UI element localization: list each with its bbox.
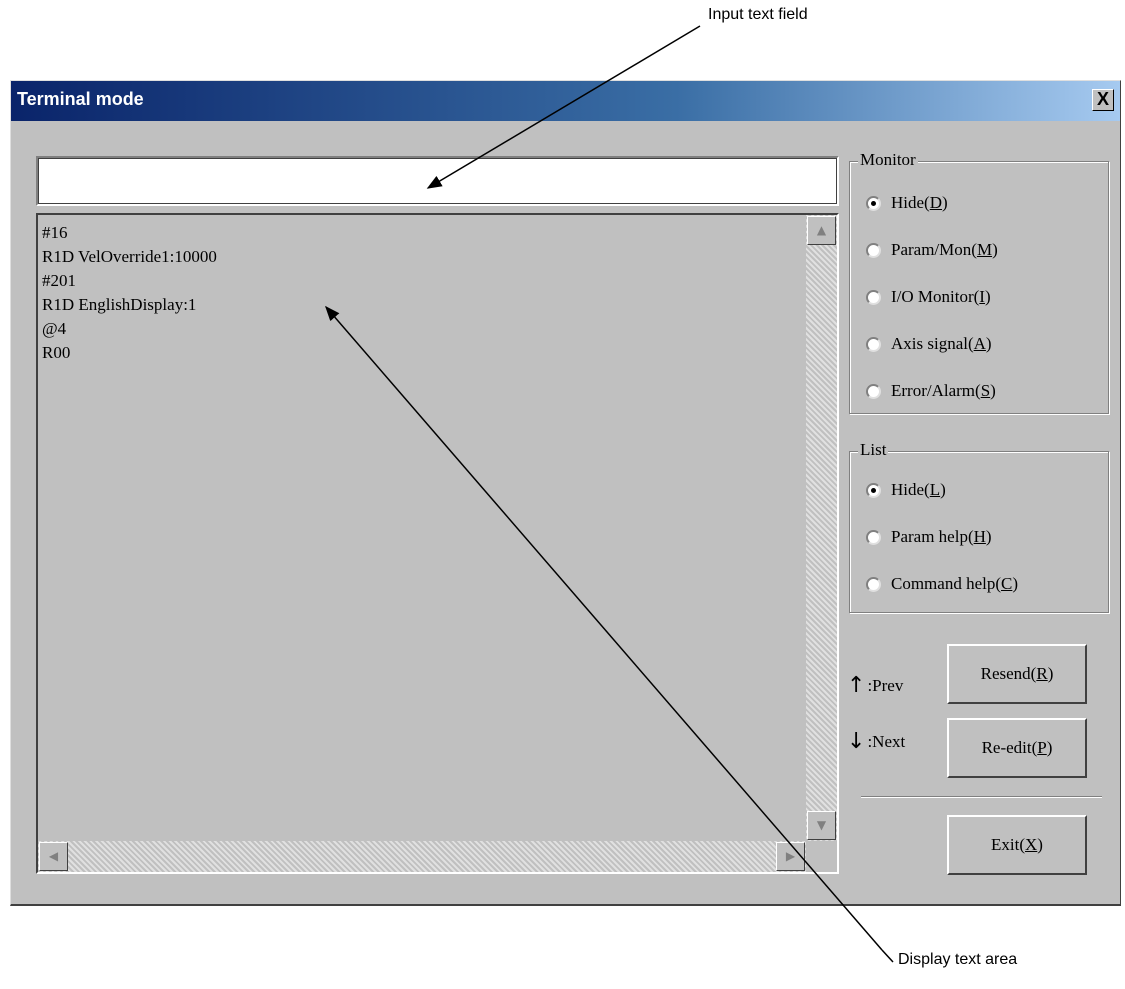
reedit-button[interactable]: Re-edit(P) xyxy=(947,718,1087,778)
display-line: R00 xyxy=(42,343,71,362)
terminal-mode-dialog: Terminal mode X #16 R1D VelOverride1:100… xyxy=(10,80,1121,906)
radio-label: Hide(D) xyxy=(891,193,948,212)
list-group-title: List xyxy=(858,440,889,460)
display-line: #201 xyxy=(42,271,76,290)
monitor-group-title: Monitor xyxy=(858,150,918,170)
list-group: List Hide(L) Param help(H) Command help(… xyxy=(849,440,1109,613)
prev-hint-label: :Prev xyxy=(867,675,904,695)
display-line: R1D VelOverride1:10000 xyxy=(42,247,217,266)
display-text-area[interactable]: #16 R1D VelOverride1:10000 #201 R1D Engl… xyxy=(36,213,839,874)
radio-label: Param/Mon(M) xyxy=(891,240,998,259)
radio-label: Axis signal(A) xyxy=(891,334,992,353)
prev-hint: ↑ :Prev xyxy=(847,673,903,698)
list-radio-command-help[interactable]: Command help(C) xyxy=(866,571,1018,597)
monitor-radio-error-alarm[interactable]: Error/Alarm(S) xyxy=(866,378,996,404)
monitor-radio-hide[interactable]: Hide(D) xyxy=(866,190,948,216)
vertical-scrollbar[interactable]: ▲ ▼ xyxy=(806,215,837,841)
display-area-arrow-tail xyxy=(881,949,894,963)
command-input[interactable] xyxy=(36,156,839,206)
radio-selected-icon xyxy=(866,482,881,498)
input-field-callout: Input text field xyxy=(708,6,808,23)
display-line: R1D EnglishDisplay:1 xyxy=(42,295,197,314)
radio-icon xyxy=(866,576,881,592)
radio-label: Hide(L) xyxy=(891,480,946,499)
radio-label: Error/Alarm(S) xyxy=(891,381,996,400)
scroll-left-icon[interactable]: ◀ xyxy=(39,842,68,871)
radio-label: Param help(H) xyxy=(891,527,992,546)
radio-icon xyxy=(866,289,881,305)
radio-icon xyxy=(866,383,881,399)
close-button[interactable]: X xyxy=(1092,89,1114,111)
list-radio-hide[interactable]: Hide(L) xyxy=(866,477,946,503)
scroll-up-icon[interactable]: ▲ xyxy=(807,216,836,245)
display-line: @4 xyxy=(42,319,67,338)
monitor-group: Monitor Hide(D) Param/Mon(M) I/O Monitor… xyxy=(849,150,1109,414)
scroll-right-icon[interactable]: ▶ xyxy=(776,842,805,871)
display-lines: #16 R1D VelOverride1:10000 #201 R1D Engl… xyxy=(42,221,217,365)
radio-icon xyxy=(866,529,881,545)
resend-button[interactable]: Resend(R) xyxy=(947,644,1087,704)
radio-icon xyxy=(866,336,881,352)
next-hint: ↓ :Next xyxy=(847,729,905,754)
up-arrow-icon: ↑ xyxy=(847,673,866,698)
button-separator xyxy=(861,796,1102,798)
window-title: Terminal mode xyxy=(17,89,144,109)
list-radio-param-help[interactable]: Param help(H) xyxy=(866,524,992,550)
scroll-corner xyxy=(806,841,837,872)
down-arrow-icon: ↓ xyxy=(847,729,866,754)
display-area-callout: Display text area xyxy=(898,951,1018,968)
title-bar: Terminal mode X xyxy=(11,81,1120,121)
horizontal-scrollbar[interactable]: ◀ ▶ xyxy=(38,841,806,872)
radio-label: I/O Monitor(I) xyxy=(891,287,991,306)
radio-selected-icon xyxy=(866,195,881,211)
display-line: #16 xyxy=(42,223,68,242)
exit-button[interactable]: Exit(X) xyxy=(947,815,1087,875)
monitor-radio-axis-signal[interactable]: Axis signal(A) xyxy=(866,331,992,357)
next-hint-label: :Next xyxy=(867,731,906,751)
radio-icon xyxy=(866,242,881,258)
scroll-down-icon[interactable]: ▼ xyxy=(807,811,836,840)
radio-label: Command help(C) xyxy=(891,574,1019,593)
monitor-radio-io-monitor[interactable]: I/O Monitor(I) xyxy=(866,284,991,310)
monitor-radio-param-mon[interactable]: Param/Mon(M) xyxy=(866,237,998,263)
